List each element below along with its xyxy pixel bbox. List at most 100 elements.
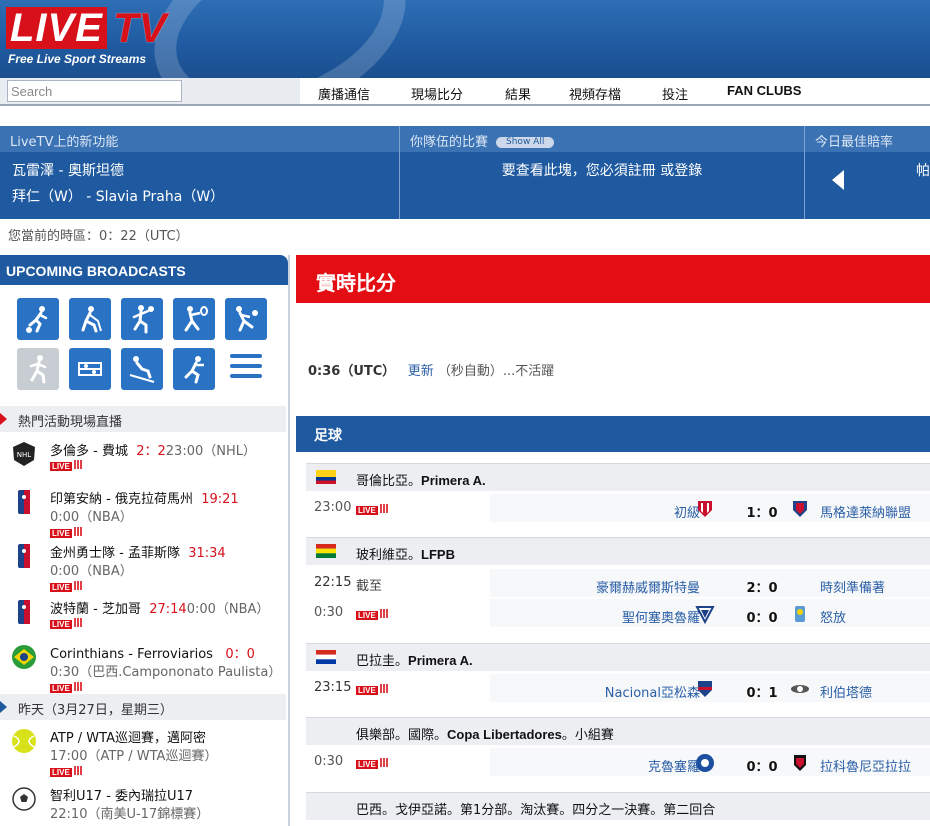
league-name: Primera A.	[421, 473, 486, 488]
match-score[interactable]: 0：0	[742, 607, 782, 626]
skiing-icon[interactable]	[121, 348, 163, 390]
list-item[interactable]: 金州勇士隊 - 孟菲斯隊 31:34 0:00（NBA） LIVE	[0, 542, 286, 592]
nav-results[interactable]: 結果	[505, 84, 531, 103]
event-title[interactable]: ATP / WTA巡迴賽，邁阿密	[50, 731, 206, 746]
brazil-flag-icon	[12, 645, 36, 669]
bolivia-flag-icon	[316, 544, 336, 558]
sport-section-title: 足球	[296, 416, 930, 452]
league-country: 玻利維亞	[356, 548, 409, 563]
event-title[interactable]: 波特蘭 - 芝加哥	[50, 602, 141, 617]
chevron-left-icon[interactable]	[832, 170, 844, 190]
colombia-flag-icon	[316, 470, 336, 484]
league-header[interactable]: 巴西。戈伊亞諾。第1分部。淘汰賽。四分之一決賽。第二回合	[306, 792, 930, 820]
event-title[interactable]: Corinthians - Ferroviarios	[50, 647, 213, 662]
nav-menu: 廣播通信 現場比分 結果 視頻存檔 投注 FAN CLUBS	[300, 78, 930, 104]
event-sub: 0:00（NBA）	[186, 602, 270, 617]
tennis-icon[interactable]	[173, 298, 215, 340]
boxing-icon[interactable]	[69, 348, 111, 390]
list-item[interactable]: 智利U17 - 委內瑞拉U17 22:10（南美U-17錦標賽）	[0, 785, 286, 825]
event-title[interactable]: 印第安納 - 俄克拉荷馬州	[50, 492, 193, 507]
sidebar-title: UPCOMING BROADCASTS	[0, 255, 288, 285]
match-row[interactable]: 0:30 LIVE 聖何塞奧魯羅 0：0 怒放	[306, 597, 930, 627]
match-row[interactable]: 23:15 LIVE Nacional亞松森 0：1 利伯塔德	[306, 672, 930, 702]
site-logo[interactable]: LIVE TV	[6, 6, 167, 50]
match-time: 0:30	[314, 754, 344, 769]
home-team[interactable]: Nacional亞松森	[605, 682, 700, 701]
handball-icon[interactable]	[173, 348, 215, 390]
info-strip: LiveTV上的新功能 瓦雷澤 - 奧斯坦德 拜仁（W） - Slavia Pr…	[0, 126, 930, 219]
event-title[interactable]: 金州勇士隊 - 孟菲斯隊	[50, 546, 180, 561]
athletics-icon[interactable]	[17, 348, 59, 390]
live-badge: LIVE	[356, 611, 378, 620]
team-crest-icon	[698, 681, 712, 697]
svg-text:NHL: NHL	[17, 451, 32, 459]
league-header[interactable]: 俱樂部。國際。Copa Libertadores。小組賽	[306, 717, 930, 745]
your-team-title: 你隊伍的比賽	[410, 135, 489, 150]
live-scores-panel: 實時比分 0:36（UTC） 更新 （秒自動）...不活躍 足球 哥倫比亞。Pr…	[296, 255, 930, 826]
match-score[interactable]: 1：0	[742, 502, 782, 521]
nba-icon	[18, 600, 30, 624]
nav-broadcasts[interactable]: 廣播通信	[318, 84, 370, 103]
league-header[interactable]: 巴拉圭。Primera A.	[306, 643, 930, 671]
news-item[interactable]: 瓦雷澤 - 奧斯坦德	[12, 158, 387, 184]
event-title[interactable]: 多倫多 - 費城	[50, 444, 128, 459]
away-team[interactable]: 怒放	[820, 607, 846, 626]
home-team[interactable]: 豪爾赫威爾斯特曼	[596, 577, 700, 596]
away-team[interactable]: 利伯塔德	[820, 682, 872, 701]
event-score: 31:34	[188, 546, 226, 561]
hot-events-label: 熱門活動現場直播	[18, 415, 123, 430]
match-score[interactable]: 2：0	[742, 577, 782, 596]
football-icon[interactable]	[17, 298, 59, 340]
away-team[interactable]: 拉科魯尼亞拉拉	[820, 756, 911, 775]
league-name: LFPB	[421, 547, 455, 562]
live-badge: LIVE	[50, 620, 72, 629]
list-item[interactable]: 印第安納 - 俄克拉荷馬州 19:21 0:00（NBA） LIVE	[0, 488, 286, 538]
match-score[interactable]: 0：0	[742, 756, 782, 775]
event-sub: 17:00（ATP / WTA巡迴賽）	[50, 749, 218, 764]
list-item[interactable]: 波特蘭 - 芝加哥 27:140:00（NBA） LIVE	[0, 598, 286, 638]
league-country: 巴拉圭	[356, 654, 396, 669]
show-all-button[interactable]: Show All	[496, 137, 555, 148]
match-row[interactable]: 0:30 LIVE 克魯塞羅 0：0 拉科魯尼亞拉拉	[306, 746, 930, 776]
league-header[interactable]: 玻利維亞。LFPB	[306, 537, 930, 565]
team-crest-icon	[696, 754, 714, 772]
league-header[interactable]: 哥倫比亞。Primera A.	[306, 463, 930, 491]
team-crest-icon	[695, 606, 715, 624]
event-score: 27:14	[149, 602, 187, 617]
timezone-label: 您當前的時區：0：22（UTC）	[8, 229, 189, 244]
nav-betting[interactable]: 投注	[662, 84, 688, 103]
nav-live-scores[interactable]: 現場比分	[411, 84, 463, 103]
volleyball-icon[interactable]	[225, 298, 267, 340]
match-row[interactable]: 23:00 LIVE 初級 1：0 馬格達萊納聯盟	[306, 492, 930, 522]
best-odds-item[interactable]: 帕	[805, 152, 930, 190]
basketball-icon[interactable]	[121, 298, 163, 340]
menu-icon[interactable]	[225, 348, 267, 390]
league-country: 哥倫比亞	[356, 474, 409, 489]
away-team[interactable]: 時刻準備著	[820, 577, 885, 596]
best-odds-panel: 今日最佳賠率 帕	[805, 126, 930, 219]
nav-bar: 廣播通信 現場比分 結果 視頻存檔 投注 FAN CLUBS	[0, 78, 930, 106]
refresh-link[interactable]: 更新	[408, 364, 434, 379]
nav-video-archive[interactable]: 視頻存檔	[569, 84, 621, 103]
home-team[interactable]: 聖何塞奧魯羅	[622, 607, 700, 626]
league-country: 巴西。戈伊亞諾。第1分部。淘汰賽。四分之一決賽。第二回合	[356, 803, 716, 818]
event-title[interactable]: 智利U17 - 委內瑞拉U17	[50, 789, 193, 804]
list-item[interactable]: ATP / WTA巡迴賽，邁阿密 17:00（ATP / WTA巡迴賽） LIVE	[0, 727, 286, 777]
header-swoosh-decoration	[128, 0, 432, 78]
list-item[interactable]: Corinthians - Ferroviarios 0：0 0:30（巴西.C…	[0, 643, 286, 693]
search-input[interactable]	[7, 80, 182, 102]
news-item[interactable]: 拜仁（W） - Slavia Praha（W）	[12, 184, 387, 210]
away-team[interactable]: 馬格達萊納聯盟	[820, 502, 911, 521]
home-team[interactable]: 克魯塞羅	[648, 756, 700, 775]
site-header: LIVE TV Free Live Sport Streams	[0, 0, 930, 78]
match-score[interactable]: 0：1	[742, 682, 782, 701]
list-item[interactable]: NHL 多倫多 - 費城 2：223:00（NHL） LIVE	[0, 440, 286, 480]
yesterday-label: 昨天（3月27日，星期三）	[18, 703, 173, 718]
team-crest-icon	[793, 501, 807, 517]
nav-fan-clubs[interactable]: FAN CLUBS	[727, 83, 801, 98]
hockey-icon[interactable]	[69, 298, 111, 340]
match-time: 22:15	[314, 575, 352, 590]
hot-events-header: 熱門活動現場直播	[0, 406, 286, 432]
match-row[interactable]: 22:15 截至 豪爾赫威爾斯特曼 2：0 時刻準備著	[306, 567, 930, 597]
event-sub: 22:10（南美U-17錦標賽）	[50, 807, 210, 822]
